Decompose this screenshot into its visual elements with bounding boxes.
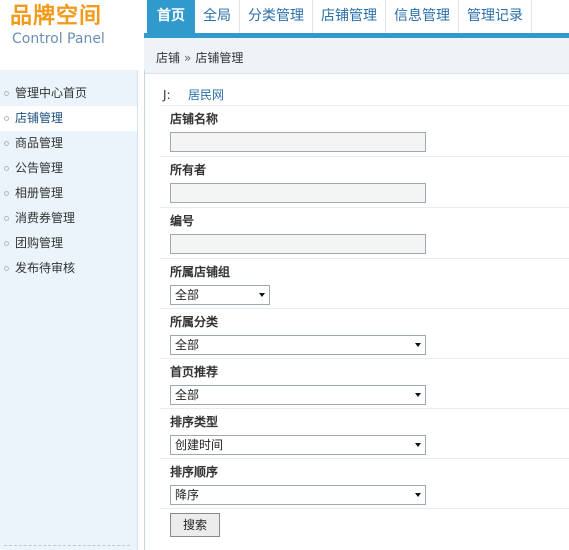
sidebar-item-notice-management[interactable]: 公告管理 [0,156,137,181]
sidebar-item-label: 管理中心首页 [15,86,88,100]
sidebar-item-pending-review[interactable]: 发布待审核 [0,256,137,281]
shop-group-field: 所属店铺组 全部 [160,259,569,309]
sidebar-item-product-management[interactable]: 商品管理 [0,131,137,156]
shop-search-form: J: 居民网 店铺名称 所有者 编号 所属店铺组 全部 所属分类 全部 首页推荐… [160,84,569,537]
sidebar-item-group-buy-management[interactable]: 团购管理 [0,231,137,256]
recommend-field: 首页推荐 全部 [160,359,569,409]
sidebar-item-admin-home[interactable]: 管理中心首页 [0,81,137,106]
recommend-label: 首页推荐 [170,365,219,379]
owner-input[interactable] [170,183,426,203]
breadcrumb: 店铺 » 店铺管理 [156,49,243,66]
logo-title: 品牌空间 [10,4,103,29]
category-label: 所属分类 [170,315,219,329]
owner-label: 所有者 [170,163,207,177]
nav-tab-global[interactable]: 全局 [195,0,240,33]
breadcrumb-separator: » [184,51,192,65]
shop-name-field: 店铺名称 [160,106,569,157]
category-field: 所属分类 全部 [160,309,569,359]
sort-order-selected: 降序 [175,488,200,502]
search-button[interactable]: 搜索 [170,513,220,537]
sidebar: 管理中心首页 店铺管理 商品管理 公告管理 相册管理 消费券管理 团购管理 发布… [0,70,138,550]
sort-order-label: 排序顺序 [170,465,219,479]
sidebar-item-label: 店铺管理 [15,111,64,125]
breadcrumb-current: 店铺管理 [195,51,244,65]
chevron-down-icon [259,293,265,297]
number-input[interactable] [170,234,426,254]
nav-tab-management-log[interactable]: 管理记录 [459,0,532,33]
bullet-icon [4,266,9,271]
top-navigation: 首页 全局 分类管理 店铺管理 信息管理 管理记录 [144,0,569,38]
nav-tab-home[interactable]: 首页 [147,0,195,33]
shop-name-label: 店铺名称 [170,112,219,126]
logo: 品牌空间 Control Panel [0,0,144,70]
owner-field: 所有者 [160,157,569,208]
category-selected: 全部 [175,338,200,352]
chevron-down-icon [415,493,421,497]
sort-type-field: 排序类型 创建时间 [160,409,569,459]
chevron-down-icon [415,343,421,347]
bullet-icon [4,141,9,146]
bullet-icon [4,241,9,246]
sidebar-item-shop-management[interactable]: 店铺管理 [0,106,137,131]
sidebar-divider [4,545,130,546]
recommend-select[interactable]: 全部 [170,385,426,405]
content-divider [144,70,145,550]
community-key: J: [163,88,171,102]
chevron-down-icon [415,393,421,397]
bullet-icon [4,91,9,96]
bullet-icon [4,166,9,171]
breadcrumb-bar: 店铺 » 店铺管理 [144,38,569,74]
sidebar-item-album-management[interactable]: 相册管理 [0,181,137,206]
sidebar-item-label: 消费券管理 [15,211,76,225]
chevron-down-icon [415,443,421,447]
sidebar-item-label: 发布待审核 [15,261,76,275]
nav-tab-category-management[interactable]: 分类管理 [240,0,313,33]
sort-type-select[interactable]: 创建时间 [170,435,426,455]
nav-tab-info-management[interactable]: 信息管理 [386,0,459,33]
sort-type-selected: 创建时间 [175,438,224,452]
bullet-icon [4,216,9,221]
sidebar-item-label: 商品管理 [15,136,64,150]
sidebar-item-label: 相册管理 [15,186,64,200]
sort-order-select[interactable]: 降序 [170,485,426,505]
shop-group-select[interactable]: 全部 [170,285,270,305]
category-select[interactable]: 全部 [170,335,426,355]
logo-subtitle: Control Panel [12,31,105,47]
community-link[interactable]: 居民网 [188,84,224,105]
bullet-icon [4,116,9,121]
shop-group-selected: 全部 [175,288,200,302]
sidebar-item-label: 团购管理 [15,236,64,250]
sort-order-field: 排序顺序 降序 [160,459,569,509]
sidebar-item-coupon-management[interactable]: 消费券管理 [0,206,137,231]
bullet-icon [4,191,9,196]
sort-type-label: 排序类型 [170,415,219,429]
recommend-selected: 全部 [175,388,200,402]
breadcrumb-parent[interactable]: 店铺 [156,51,180,65]
shop-name-input[interactable] [170,132,426,152]
number-field: 编号 [160,208,569,259]
shop-group-label: 所属店铺组 [170,265,231,279]
number-label: 编号 [170,214,195,228]
sidebar-item-label: 公告管理 [15,161,64,175]
community-row: J: 居民网 [160,84,569,106]
nav-tab-shop-management[interactable]: 店铺管理 [313,0,386,33]
